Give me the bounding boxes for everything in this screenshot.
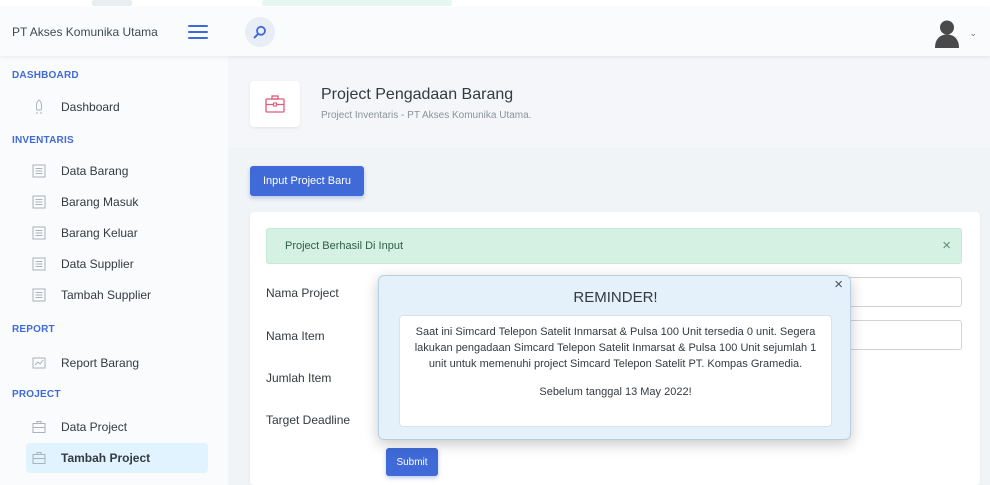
nama-project-label: Nama Project bbox=[266, 286, 339, 300]
sidebar-item-label: Data Project bbox=[61, 420, 128, 434]
document-icon bbox=[32, 164, 46, 178]
sidebar-item-label: Barang Keluar bbox=[61, 226, 138, 240]
page-subtitle: Project Inventaris - PT Akses Komunika U… bbox=[321, 110, 532, 121]
briefcase-icon bbox=[32, 420, 46, 434]
sidebar-item-tambah-supplier[interactable]: Tambah Supplier bbox=[26, 280, 208, 310]
document-icon bbox=[32, 195, 46, 209]
document-icon bbox=[32, 257, 46, 271]
sidebar-item-label: Report Barang bbox=[61, 356, 140, 370]
close-icon[interactable]: × bbox=[942, 237, 951, 254]
page-title: Project Pengadaan Barang bbox=[321, 86, 514, 103]
sidebar-item-dashboard[interactable]: Dashboard bbox=[26, 92, 208, 122]
target-deadline-label: Target Deadline bbox=[266, 413, 351, 427]
alert-message: Project Berhasil Di Input bbox=[285, 240, 403, 252]
sidebar-heading-project: PROJECT bbox=[12, 389, 61, 400]
sidebar-item-data-supplier[interactable]: Data Supplier bbox=[26, 249, 208, 279]
sidebar-item-data-barang[interactable]: Data Barang bbox=[26, 156, 208, 186]
page-title-band: Project Pengadaan Barang Project Inventa… bbox=[228, 56, 990, 148]
user-avatar-icon[interactable] bbox=[932, 18, 962, 48]
briefcase-icon bbox=[250, 81, 300, 127]
search-button[interactable] bbox=[245, 17, 275, 47]
input-project-button[interactable]: Input Project Baru bbox=[250, 166, 364, 196]
modal-body: Saat ini Simcard Telepon Satelit Inmarsa… bbox=[399, 315, 832, 427]
sidebar-item-label: Data Supplier bbox=[61, 257, 134, 271]
modal-title: REMINDER! bbox=[573, 289, 658, 306]
modal-message: Saat ini Simcard Telepon Satelit Inmarsa… bbox=[414, 326, 817, 370]
document-icon bbox=[32, 226, 46, 240]
sidebar-item-data-project[interactable]: Data Project bbox=[26, 412, 208, 442]
sidebar-item-label: Barang Masuk bbox=[61, 195, 139, 209]
report-icon bbox=[32, 356, 46, 370]
sidebar-item-label: Tambah Project bbox=[61, 451, 151, 465]
sidebar-item-label: Data Barang bbox=[61, 164, 129, 178]
document-icon bbox=[32, 288, 46, 302]
sidebar-item-label: Dashboard bbox=[61, 100, 120, 114]
close-icon[interactable]: × bbox=[834, 276, 843, 293]
briefcase-icon bbox=[32, 451, 46, 465]
search-icon bbox=[253, 25, 266, 39]
chevron-down-icon[interactable]: ⌄ bbox=[969, 28, 977, 39]
hamburger-menu-icon[interactable] bbox=[188, 25, 208, 39]
reminder-modal: REMINDER! × Saat ini Simcard Telepon Sat… bbox=[378, 275, 851, 440]
sidebar-heading-report: REPORT bbox=[12, 324, 55, 335]
sidebar-item-tambah-project[interactable]: Tambah Project bbox=[26, 443, 208, 473]
jumlah-item-label: Jumlah Item bbox=[266, 371, 332, 385]
success-alert: Project Berhasil Di Input × bbox=[266, 228, 962, 264]
sidebar-item-barang-masuk[interactable]: Barang Masuk bbox=[26, 187, 208, 217]
sidebar: DASHBOARD Dashboard INVENTARIS Data Bara… bbox=[0, 56, 228, 485]
rocket-icon bbox=[32, 99, 46, 114]
sidebar-item-label: Tambah Supplier bbox=[61, 288, 152, 302]
nama-item-label: Nama Item bbox=[266, 329, 325, 343]
sidebar-heading-inventaris: INVENTARIS bbox=[12, 135, 74, 146]
sidebar-item-report-barang[interactable]: Report Barang bbox=[26, 348, 208, 378]
sidebar-item-barang-keluar[interactable]: Barang Keluar bbox=[26, 218, 208, 248]
modal-deadline: Sebelum tanggal 13 May 2022! bbox=[539, 386, 692, 398]
submit-button[interactable]: Submit bbox=[386, 448, 438, 476]
sidebar-heading-dashboard: DASHBOARD bbox=[12, 70, 79, 81]
top-watermark-strip bbox=[0, 0, 990, 8]
top-header: PT Akses Komunika Utama ⌄ bbox=[0, 8, 990, 56]
